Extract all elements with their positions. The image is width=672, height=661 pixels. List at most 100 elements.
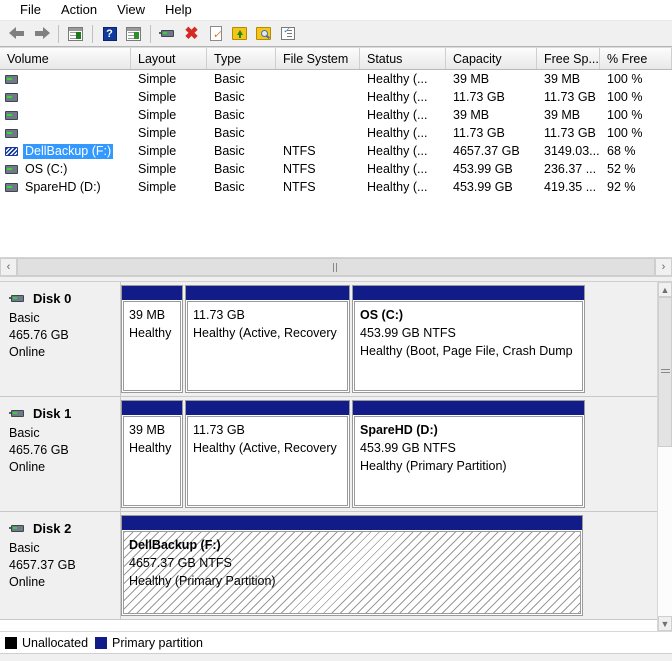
partition-body: OS (C:) 453.99 GB NTFS Healthy (Boot, Page… (355, 302, 582, 390)
partition-block[interactable]: 39 MB Healthy (121, 285, 183, 393)
cell-layout: Simple (138, 162, 177, 176)
partition-block[interactable]: 39 MB Healthy (121, 400, 183, 508)
show-hide-tree-button[interactable] (64, 23, 87, 45)
cell-layout: Simple (138, 180, 177, 194)
table-row[interactable]: Simple Basic Healthy (... 39 MB 39 MB 100 % (0, 70, 672, 88)
partition-block[interactable]: DellBackup (F:) 4657.37 GB NTFS Healthy (P… (121, 515, 583, 616)
column-header-type[interactable]: Type (207, 48, 276, 69)
column-header-free[interactable]: % Free (600, 48, 672, 69)
partition-color-bar (353, 286, 584, 300)
partition-status: Healthy (Active, Recovery (193, 326, 337, 340)
hscroll-right-button[interactable]: › (655, 258, 672, 276)
menu-bar: File Action View Help (0, 0, 672, 21)
column-header-status[interactable]: Status (360, 48, 446, 69)
volume-icon-selected (5, 146, 18, 156)
column-header-file-system[interactable]: File System (276, 48, 360, 69)
help-button[interactable]: ? (98, 23, 121, 45)
partition-color-bar (353, 401, 584, 415)
volume-name: OS (C:) (25, 161, 68, 176)
partition-title: DellBackup (F:) (129, 538, 221, 552)
cell-percent-free: 52 % (607, 162, 636, 176)
disk-info-panel[interactable]: Disk 1 Basic 465.76 GB Online (0, 397, 121, 511)
partition-size: 11.73 GB (193, 423, 245, 437)
cell-file-system: NTFS (283, 180, 316, 194)
disk-type: Basic (9, 426, 40, 440)
menu-item-view[interactable]: View (107, 0, 155, 20)
graphical-view-content: Disk 0 Basic 465.76 GB Online 39 MB Healthy 1… (0, 282, 657, 631)
hscroll-track[interactable] (17, 258, 655, 276)
vscroll-up-button[interactable]: ▲ (658, 282, 672, 297)
table-row[interactable]: Simple Basic Healthy (... 11.73 GB 11.73 GB 1… (0, 88, 672, 106)
cell-type: Basic (214, 144, 245, 158)
cell-file-system: NTFS (283, 162, 316, 176)
menu-item-help[interactable]: Help (155, 0, 202, 20)
grip-icon (333, 262, 339, 272)
column-header-layout[interactable]: Layout (131, 48, 207, 69)
console-tree-icon (68, 26, 83, 41)
disk-title: Disk 2 (9, 521, 120, 536)
table-row[interactable]: Simple Basic Healthy (... 11.73 GB 11.73 GB 1… (0, 124, 672, 142)
partition-status: Healthy (Active, Recovery (193, 441, 337, 455)
vscroll-thumb[interactable] (658, 297, 672, 447)
table-row[interactable]: DellBackup (F:) Simple Basic NTFS Healthy (.… (0, 142, 672, 160)
volume-icon (5, 128, 18, 138)
back-button[interactable] (6, 23, 29, 45)
partition-status: Healthy (Primary Partition) (129, 574, 276, 588)
graphical-view-vscrollbar[interactable]: ▲ ▼ (657, 282, 672, 631)
cell-file-system: NTFS (283, 144, 316, 158)
rescan-disks-button[interactable] (156, 23, 179, 45)
legend-label: Primary partition (112, 635, 204, 650)
menu-item-file[interactable]: File (10, 0, 51, 20)
list-icon: ✓ (280, 27, 295, 40)
action-pane-icon (126, 26, 141, 41)
hscroll-left-button[interactable]: ‹ (0, 258, 17, 276)
cell-volume: SpareHD (D:) (0, 180, 131, 195)
volume-name: SpareHD (D:) (25, 179, 101, 194)
vscroll-track[interactable] (658, 297, 672, 616)
toolbar: ? ✖ ✓ ✓ (0, 21, 672, 47)
partition-block[interactable]: SpareHD (D:) 453.99 GB NTFS Healthy (Prima… (352, 400, 585, 508)
partition-block[interactable]: OS (C:) 453.99 GB NTFS Healthy (Boot, Page… (352, 285, 585, 393)
disk-info-panel[interactable]: Disk 2 Basic 4657.37 GB Online (0, 512, 121, 619)
export-list-button[interactable] (228, 23, 251, 45)
column-header-capacity[interactable]: Capacity (446, 48, 537, 69)
column-header-volume[interactable]: Volume (0, 48, 131, 69)
find-button[interactable] (252, 23, 275, 45)
column-header-free-sp[interactable]: Free Sp... (537, 48, 600, 69)
volume-list-hscrollbar[interactable]: ‹ › (0, 257, 672, 276)
table-row[interactable]: Simple Basic Healthy (... 39 MB 39 MB 100 % (0, 106, 672, 124)
hscroll-thumb[interactable] (17, 258, 655, 276)
volume-icon (5, 182, 18, 192)
show-action-pane-button[interactable] (122, 23, 145, 45)
forward-button[interactable] (30, 23, 53, 45)
cell-percent-free: 100 % (607, 126, 643, 140)
partitions-strip: 39 MB Healthy 11.73 GB Healthy (Active, Re… (121, 397, 657, 511)
table-row[interactable]: OS (C:) Simple Basic NTFS Healthy (... 453.99… (0, 160, 672, 178)
delete-button[interactable]: ✖ (180, 23, 203, 45)
disk-info-panel[interactable]: Disk 0 Basic 465.76 GB Online (0, 282, 121, 396)
folder-search-icon (256, 27, 271, 40)
cell-layout: Simple (138, 72, 177, 86)
properties-icon: ✓ (209, 26, 222, 41)
help-icon: ? (102, 26, 117, 41)
table-row[interactable]: SpareHD (D:) Simple Basic NTFS Healthy (... 4… (0, 178, 672, 196)
disk-icon (159, 28, 176, 39)
volume-icon (5, 110, 18, 120)
partition-block[interactable]: 11.73 GB Healthy (Active, Recovery (185, 285, 350, 393)
cell-volume (0, 110, 131, 120)
volume-list-header: Volume Layout Type File System Status Capacit… (0, 47, 672, 70)
vscroll-down-button[interactable]: ▼ (658, 616, 672, 631)
cell-type: Basic (214, 162, 245, 176)
partition-block[interactable]: 11.73 GB Healthy (Active, Recovery (185, 400, 350, 508)
partition-body: SpareHD (D:) 453.99 GB NTFS Healthy (Prima… (355, 417, 582, 505)
status-bar (0, 653, 672, 661)
list-view-button[interactable]: ✓ (276, 23, 299, 45)
properties-button[interactable]: ✓ (204, 23, 227, 45)
cell-status: Healthy (... (367, 108, 428, 122)
menu-item-action[interactable]: Action (51, 0, 107, 20)
volume-list-rows[interactable]: Simple Basic Healthy (... 39 MB 39 MB 100 % Si… (0, 70, 672, 257)
partition-inner: DellBackup (F:) 4657.37 GB NTFS Healthy (P… (123, 531, 581, 614)
partition-size: 39 MB (129, 423, 166, 437)
partition-color-bar (122, 516, 582, 530)
cell-capacity: 11.73 GB (453, 126, 505, 140)
